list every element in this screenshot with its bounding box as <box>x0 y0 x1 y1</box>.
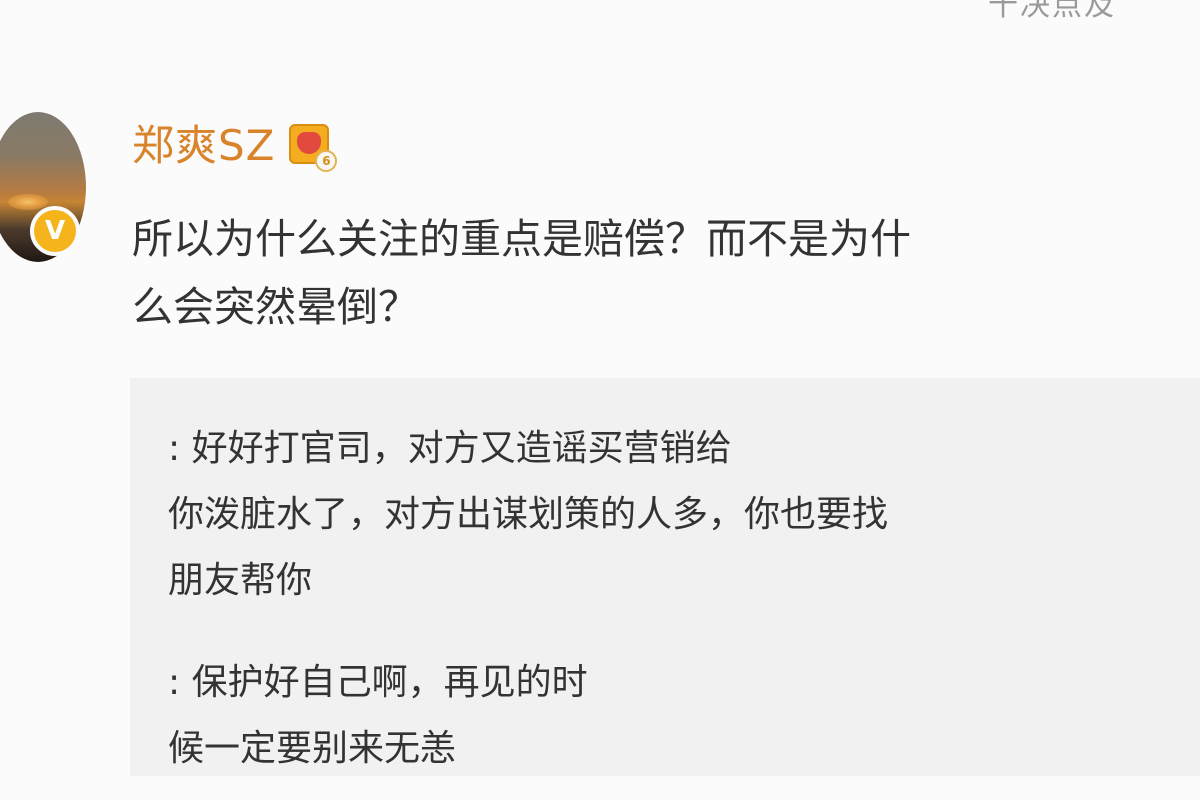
user-name-row: 郑爽SZ 6 <box>132 122 338 172</box>
post-text: 所以为什么关注的重点是赔偿？而不是为什 么会突然晕倒？ <box>132 215 911 331</box>
quote-item-1: : 好好打官司，对方又造谣买营销给 你泼脏水了，对方出谋划策的人多，你也要找 朋… <box>168 428 889 601</box>
partial-top-text-container: 十决点及 <box>988 0 1188 28</box>
verified-badge-icon: V <box>30 206 80 256</box>
quote-box: : 好好打官司，对方又造谣买营销给 你泼脏水了，对方出谋划策的人多，你也要找 朋… <box>130 378 1200 776</box>
crown-level: 6 <box>315 150 338 172</box>
partial-top-text: 十决点及 <box>988 0 1116 23</box>
crown-badge-icon: 6 <box>287 122 338 172</box>
username[interactable]: 郑爽SZ <box>132 125 275 167</box>
quote-item-2: : 保护好自己啊，再见的时 候一定要别来无恙 <box>168 662 588 769</box>
avatar-sun <box>8 194 48 210</box>
